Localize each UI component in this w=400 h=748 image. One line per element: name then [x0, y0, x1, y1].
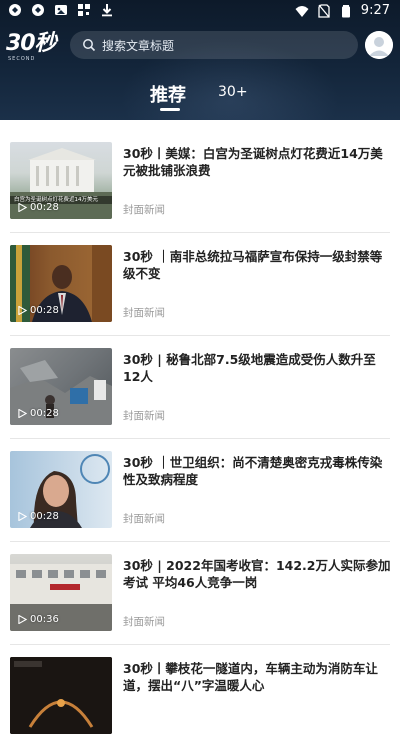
article-title[interactable]: 30秒 ｜世卫组织：尚不清楚奥密克戎毒株传染性及致病程度	[123, 454, 391, 488]
article-item[interactable]: 30秒丨攀枝花一隧道内，车辆主动为消防车让道，摆出“八”字温暖人心	[0, 645, 400, 748]
play-icon	[18, 306, 27, 315]
search-bar[interactable]: 搜索文章标题	[70, 31, 358, 59]
sync-icon	[32, 4, 44, 16]
video-duration: 00:36	[18, 614, 59, 625]
article-title[interactable]: 30秒 ｜南非总统拉马福萨宣布保持一级封禁等级不变	[123, 248, 391, 282]
play-icon	[18, 409, 27, 418]
logo-text: 30秒	[6, 31, 57, 56]
active-tab-indicator	[160, 108, 180, 111]
tab-bar: 推荐 30+	[0, 78, 400, 118]
status-clock: 9:27	[360, 3, 390, 18]
duration-text: 00:36	[30, 614, 59, 625]
play-icon	[18, 615, 27, 624]
video-thumbnail[interactable]: 00:28	[10, 451, 112, 528]
tunnel-image	[10, 657, 112, 734]
sync-icon	[9, 4, 21, 16]
tab-recommend[interactable]: 推荐	[150, 81, 186, 107]
video-duration: 00:28	[18, 305, 59, 316]
qr-icon	[78, 4, 90, 16]
article-item[interactable]: 00:28 30秒 ｜世卫组织：尚不清楚奥密克戎毒株传染性及致病程度 封面新闻	[0, 439, 400, 542]
article-title[interactable]: 30秒丨攀枝花一隧道内，车辆主动为消防车让道，摆出“八”字温暖人心	[123, 660, 391, 694]
video-duration: 00:28	[18, 511, 59, 522]
user-avatar[interactable]	[365, 31, 393, 59]
article-item[interactable]: 00:28 30秒 | 秘鲁北部7.5级地震造成受伤人数升至12人 封面新闻	[0, 336, 400, 439]
download-icon	[102, 4, 112, 17]
article-source: 封面新闻	[123, 513, 165, 525]
wifi-icon	[295, 5, 309, 17]
article-title[interactable]: 30秒 | 2022年国考收官：142.2万人实际参加考试 平均46人竞争一岗	[123, 557, 391, 591]
play-icon	[18, 203, 27, 212]
video-thumbnail[interactable]	[10, 657, 112, 734]
video-duration: 00:28	[18, 408, 59, 419]
no-sim-icon	[318, 3, 330, 18]
logo-subtext: SECOND	[8, 56, 36, 62]
article-title[interactable]: 30秒 | 秘鲁北部7.5级地震造成受伤人数升至12人	[123, 351, 391, 385]
duration-text: 00:28	[30, 305, 59, 316]
article-item[interactable]: 00:36 30秒 | 2022年国考收官：142.2万人实际参加考试 平均46…	[0, 542, 400, 645]
app-logo[interactable]: 30秒 SECOND	[6, 31, 64, 63]
article-source: 封面新闻	[123, 204, 165, 216]
video-duration: 00:28	[18, 202, 59, 213]
search-placeholder: 搜索文章标题	[102, 38, 175, 53]
video-thumbnail[interactable]: 00:28	[10, 245, 112, 322]
duration-text: 00:28	[30, 202, 59, 213]
video-thumbnail[interactable]: 00:28	[10, 348, 112, 425]
article-item[interactable]: 白宫为圣诞树点灯花费近14万美元 00:28 30秒丨美媒：白宫为圣诞树点灯花费…	[0, 130, 400, 233]
article-source: 封面新闻	[123, 410, 165, 422]
user-icon	[365, 31, 393, 59]
status-bar: 9:27	[0, 0, 400, 22]
article-item[interactable]: 00:28 30秒 ｜南非总统拉马福萨宣布保持一级封禁等级不变 封面新闻	[0, 233, 400, 336]
app-header: 9:27 30秒 SECOND 搜索文章标题 推荐 30+	[0, 0, 400, 120]
article-source: 封面新闻	[123, 616, 165, 628]
play-icon	[18, 512, 27, 521]
duration-text: 00:28	[30, 511, 59, 522]
article-source: 封面新闻	[123, 307, 165, 319]
duration-text: 00:28	[30, 408, 59, 419]
gallery-icon	[55, 5, 67, 15]
battery-icon	[341, 4, 350, 17]
article-title[interactable]: 30秒丨美媒：白宫为圣诞树点灯花费近14万美元被批铺张浪费	[123, 145, 391, 179]
tab-30plus[interactable]: 30+	[218, 84, 248, 100]
search-icon	[83, 39, 96, 52]
video-thumbnail[interactable]: 00:36	[10, 554, 112, 631]
video-thumbnail[interactable]: 白宫为圣诞树点灯花费近14万美元 00:28	[10, 142, 112, 219]
